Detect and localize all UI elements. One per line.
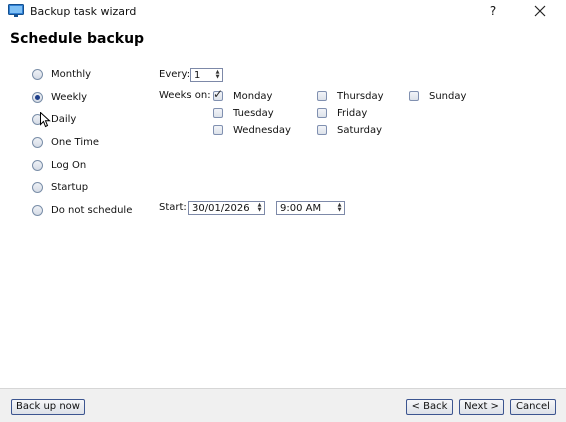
checkbox[interactable] — [317, 108, 327, 118]
radio-label: Monthly — [51, 68, 92, 80]
radio-label: Weekly — [51, 91, 88, 103]
back-up-now-button[interactable]: Back up now — [11, 399, 85, 415]
close-icon — [534, 5, 546, 17]
checkbox[interactable] — [317, 125, 327, 135]
close-button[interactable] — [530, 2, 550, 20]
radio-monthly[interactable]: Monthly — [32, 67, 91, 81]
radio-log-on[interactable]: Log On — [32, 158, 86, 172]
spin-arrows-icon[interactable]: ▲ ▼ — [335, 202, 344, 214]
radio-startup[interactable]: Startup — [32, 180, 88, 194]
checkbox-wednesday[interactable]: Wednesday — [213, 124, 291, 136]
radio-label: Log On — [51, 159, 87, 171]
radio-button[interactable] — [32, 159, 43, 171]
spin-arrows-icon[interactable]: ▲ ▼ — [213, 69, 222, 81]
checkbox-label: Tuesday — [233, 107, 274, 119]
mouse-cursor-icon — [40, 112, 51, 128]
next-button[interactable]: Next > — [459, 399, 504, 415]
start-label: Start: — [159, 202, 187, 213]
checkbox[interactable] — [317, 91, 327, 101]
help-button[interactable]: ? — [484, 2, 502, 20]
checkbox-sunday[interactable]: Sunday — [409, 90, 466, 102]
radio-daily[interactable]: Daily — [32, 112, 76, 126]
radio-button[interactable] — [32, 204, 43, 216]
radio-button[interactable] — [32, 181, 43, 193]
checkbox-label: Sunday — [429, 90, 467, 102]
weeks-on-label: Weeks on: — [159, 90, 211, 101]
start-date-picker[interactable]: 30/01/2026 ▲ ▼ — [188, 201, 265, 215]
radio-label: Daily — [51, 113, 77, 125]
checkbox-label: Wednesday — [233, 124, 291, 136]
checkbox-friday[interactable]: Friday — [317, 107, 367, 119]
start-time-picker[interactable]: 9:00 AM ▲ ▼ — [276, 201, 345, 215]
radio-label: Startup — [51, 181, 89, 193]
radio-label: One Time — [51, 136, 100, 148]
checkbox-thursday[interactable]: Thursday — [317, 90, 384, 102]
checkbox-label: Friday — [337, 107, 368, 119]
window-title: Backup task wizard — [30, 5, 137, 18]
footer-bar: Back up now < Back Next > Cancel — [0, 388, 566, 422]
every-label: Every: — [159, 69, 191, 80]
every-stepper[interactable]: 1 ▲ ▼ — [190, 68, 223, 82]
checkmark-icon: ✓ — [213, 87, 224, 101]
checkbox-label: Thursday — [337, 90, 384, 102]
cancel-button[interactable]: Cancel — [510, 399, 556, 415]
checkbox-label: Monday — [233, 90, 273, 102]
spin-arrows-icon[interactable]: ▲ ▼ — [255, 202, 264, 214]
checkbox-label: Saturday — [337, 124, 383, 136]
back-button[interactable]: < Back — [406, 399, 453, 415]
radio-weekly[interactable]: Weekly — [32, 90, 87, 104]
start-time-value: 9:00 AM — [280, 202, 322, 214]
checkbox[interactable] — [409, 91, 419, 101]
radio-button[interactable] — [32, 68, 43, 80]
checkbox-saturday[interactable]: Saturday — [317, 124, 382, 136]
checkbox[interactable] — [213, 125, 223, 135]
every-value: 1 — [194, 69, 201, 81]
checkbox[interactable] — [213, 108, 223, 118]
start-date-value: 30/01/2026 — [192, 202, 250, 214]
radio-button[interactable] — [32, 136, 43, 148]
monitor-icon — [8, 4, 24, 18]
checkbox-tuesday[interactable]: Tuesday — [213, 107, 274, 119]
radio-button[interactable] — [32, 91, 43, 103]
radio-label: Do not schedule — [51, 204, 133, 216]
checkbox[interactable]: ✓ — [213, 87, 224, 101]
title-bar: Backup task wizard ? — [0, 0, 566, 23]
radio-do-not-schedule[interactable]: Do not schedule — [32, 203, 132, 217]
checkbox-monday[interactable]: ✓ Monday — [213, 87, 273, 102]
radio-one-time[interactable]: One Time — [32, 135, 99, 149]
page-title: Schedule backup — [10, 31, 145, 47]
